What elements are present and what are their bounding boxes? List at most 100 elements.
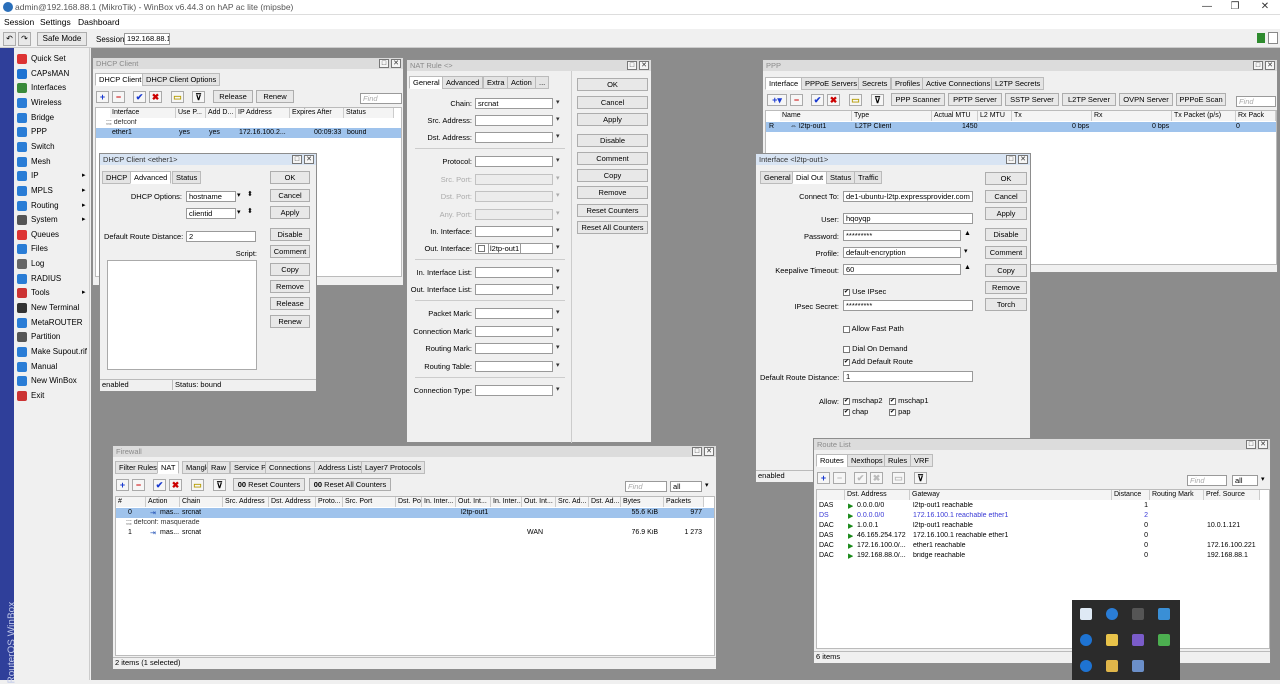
- col-tx-packet[interactable]: Tx Packet (p/s): [1172, 111, 1236, 121]
- tab-routes[interactable]: Routes: [816, 454, 848, 467]
- maximize-icon[interactable]: □: [692, 447, 702, 456]
- col-rx[interactable]: Rx: [1092, 111, 1172, 121]
- apply-button[interactable]: Apply: [270, 206, 310, 219]
- allow-chap-checkbox[interactable]: ✔ chap: [843, 407, 868, 416]
- tab-rules[interactable]: Rules: [884, 454, 912, 467]
- nat-field-input[interactable]: [475, 284, 553, 295]
- table-row[interactable]: 1 ⇥ mas... srcnat WAN 76.9 KiB 1 273: [116, 528, 714, 538]
- allow-mschap2-checkbox[interactable]: ✔ mschap2: [843, 396, 883, 405]
- nat-field-input[interactable]: [475, 132, 553, 143]
- comment-icon[interactable]: ▭: [191, 479, 204, 491]
- tab-nat[interactable]: NAT: [157, 461, 180, 474]
- security-icon[interactable]: [1106, 634, 1118, 646]
- remove-icon[interactable]: −: [833, 472, 846, 484]
- table-row[interactable]: DAC ▶ 192.168.88.0/... bridge reachable 0 192…: [817, 551, 1267, 561]
- release-button[interactable]: Release: [270, 297, 310, 310]
- sidebar-item-make-supout-rif[interactable]: Make Supout.rif: [16, 345, 90, 359]
- remove-button[interactable]: Remove: [577, 186, 648, 199]
- col-type[interactable]: Type: [852, 111, 932, 121]
- dropdown-icon[interactable]: ▾: [556, 385, 560, 393]
- add-icon[interactable]: +: [817, 472, 830, 484]
- copy-button[interactable]: Copy: [985, 264, 1027, 277]
- cancel-button[interactable]: Cancel: [577, 96, 648, 109]
- nat-field-input[interactable]: [475, 156, 553, 167]
- sidebar-item-radius[interactable]: RADIUS: [16, 272, 90, 286]
- tab-traffic[interactable]: Traffic: [854, 171, 883, 184]
- sidebar-item-wireless[interactable]: Wireless: [16, 96, 90, 110]
- reset-all-counters-button[interactable]: Reset All Counters: [577, 221, 648, 234]
- dropdown-icon[interactable]: ▾: [556, 361, 560, 369]
- user-input[interactable]: hqoyqp: [843, 213, 973, 224]
- password-input[interactable]: *********: [843, 230, 961, 241]
- dropdown-icon[interactable]: ▾: [237, 208, 241, 216]
- remove-icon[interactable]: −: [132, 479, 145, 491]
- tab-connections[interactable]: Connections: [265, 461, 315, 474]
- maximize-icon[interactable]: □: [1246, 440, 1256, 449]
- folder-icon[interactable]: [1106, 660, 1118, 672]
- reorder-icon[interactable]: ⬍: [247, 190, 253, 198]
- remove-button[interactable]: Remove: [270, 280, 310, 293]
- disable-icon[interactable]: ✖: [169, 479, 182, 491]
- dropdown-icon[interactable]: ▾: [556, 132, 560, 140]
- col-distance[interactable]: Distance: [1112, 490, 1150, 500]
- find-input[interactable]: Find: [625, 481, 667, 492]
- enable-icon[interactable]: ✔: [153, 479, 166, 491]
- comment-button[interactable]: Comment: [985, 246, 1027, 259]
- comment-icon[interactable]: ▭: [892, 472, 905, 484]
- copy-button[interactable]: Copy: [270, 263, 310, 276]
- ipsec-secret-input[interactable]: *********: [843, 300, 973, 311]
- sync-icon[interactable]: [1080, 660, 1092, 672]
- tab-pppoe-servers[interactable]: PPPoE Servers: [801, 77, 862, 90]
- add-default-route-checkbox[interactable]: ✔ Add Default Route: [843, 357, 913, 366]
- sidebar-item-partition[interactable]: Partition: [16, 330, 90, 344]
- dhcp-option-clientid[interactable]: clientid: [186, 208, 236, 219]
- table-row[interactable]: DAC ▶ 172.16.100.0/... ether1 reachable 0 172…: [817, 541, 1267, 551]
- filter-select[interactable]: all: [670, 481, 702, 492]
- dropdown-icon[interactable]: ▾: [556, 326, 560, 334]
- nat-field-input[interactable]: [475, 226, 553, 237]
- col-interface[interactable]: Interface: [110, 108, 176, 118]
- col-header[interactable]: Dst. Ad...: [589, 497, 621, 507]
- close-icon[interactable]: ✕: [391, 59, 401, 68]
- tab-profiles[interactable]: Profiles: [891, 77, 925, 90]
- reset-all-counters-button[interactable]: 00 Reset All Counters: [309, 478, 391, 491]
- col-actual-mtu[interactable]: Actual MTU: [932, 111, 978, 121]
- pen-icon[interactable]: [1132, 634, 1144, 646]
- comment-icon[interactable]: ▭: [849, 94, 862, 106]
- enable-icon[interactable]: ✔: [811, 94, 824, 106]
- network-icon[interactable]: [1080, 608, 1092, 620]
- tab-nexthops[interactable]: Nexthops: [847, 454, 887, 467]
- maximize-icon[interactable]: □: [1253, 61, 1263, 70]
- maximize-icon[interactable]: □: [292, 155, 302, 164]
- default-route-distance-input[interactable]: 1: [843, 371, 973, 382]
- sidebar-item-log[interactable]: Log: [16, 257, 90, 271]
- disable-icon[interactable]: ✖: [149, 91, 162, 103]
- add-icon[interactable]: +: [96, 91, 109, 103]
- keepalive-input[interactable]: 60: [843, 264, 961, 275]
- col-add-default[interactable]: Add D...: [206, 108, 236, 118]
- tab-dhcp-client[interactable]: DHCP Client: [95, 73, 146, 86]
- dropdown-icon[interactable]: ▾: [237, 191, 241, 199]
- menu-dashboard[interactable]: Dashboard: [78, 17, 120, 27]
- safe-mode-button[interactable]: Safe Mode: [37, 32, 87, 46]
- close-icon[interactable]: ✕: [1265, 61, 1275, 70]
- dropdown-icon[interactable]: ▾: [556, 267, 560, 275]
- enable-icon[interactable]: ✔: [133, 91, 146, 103]
- close-icon[interactable]: ✕: [704, 447, 714, 456]
- menu-session[interactable]: Session: [4, 17, 34, 27]
- nat-field-input[interactable]: [475, 308, 553, 319]
- table-row[interactable]: DS ▶ 0.0.0.0/0 172.16.100.1 reachable ether…: [817, 511, 1267, 521]
- tab-status[interactable]: Status: [826, 171, 856, 184]
- comment-button[interactable]: Comment: [270, 245, 310, 258]
- col-header[interactable]: Src. Ad...: [556, 497, 589, 507]
- sidebar-item-interfaces[interactable]: Interfaces: [16, 81, 90, 95]
- close-icon[interactable]: ✕: [1255, 1, 1275, 12]
- allow-mschap1-checkbox[interactable]: ✔ mschap1: [889, 396, 929, 405]
- close-icon[interactable]: ✕: [304, 155, 314, 164]
- redo-icon[interactable]: ↷: [18, 32, 31, 46]
- tab-advanced[interactable]: Advanced: [442, 76, 484, 89]
- reorder-icon[interactable]: ⬍: [247, 207, 253, 215]
- tab-status[interactable]: Status: [172, 171, 202, 184]
- hp-icon[interactable]: [1106, 608, 1118, 620]
- apply-button[interactable]: Apply: [577, 113, 648, 126]
